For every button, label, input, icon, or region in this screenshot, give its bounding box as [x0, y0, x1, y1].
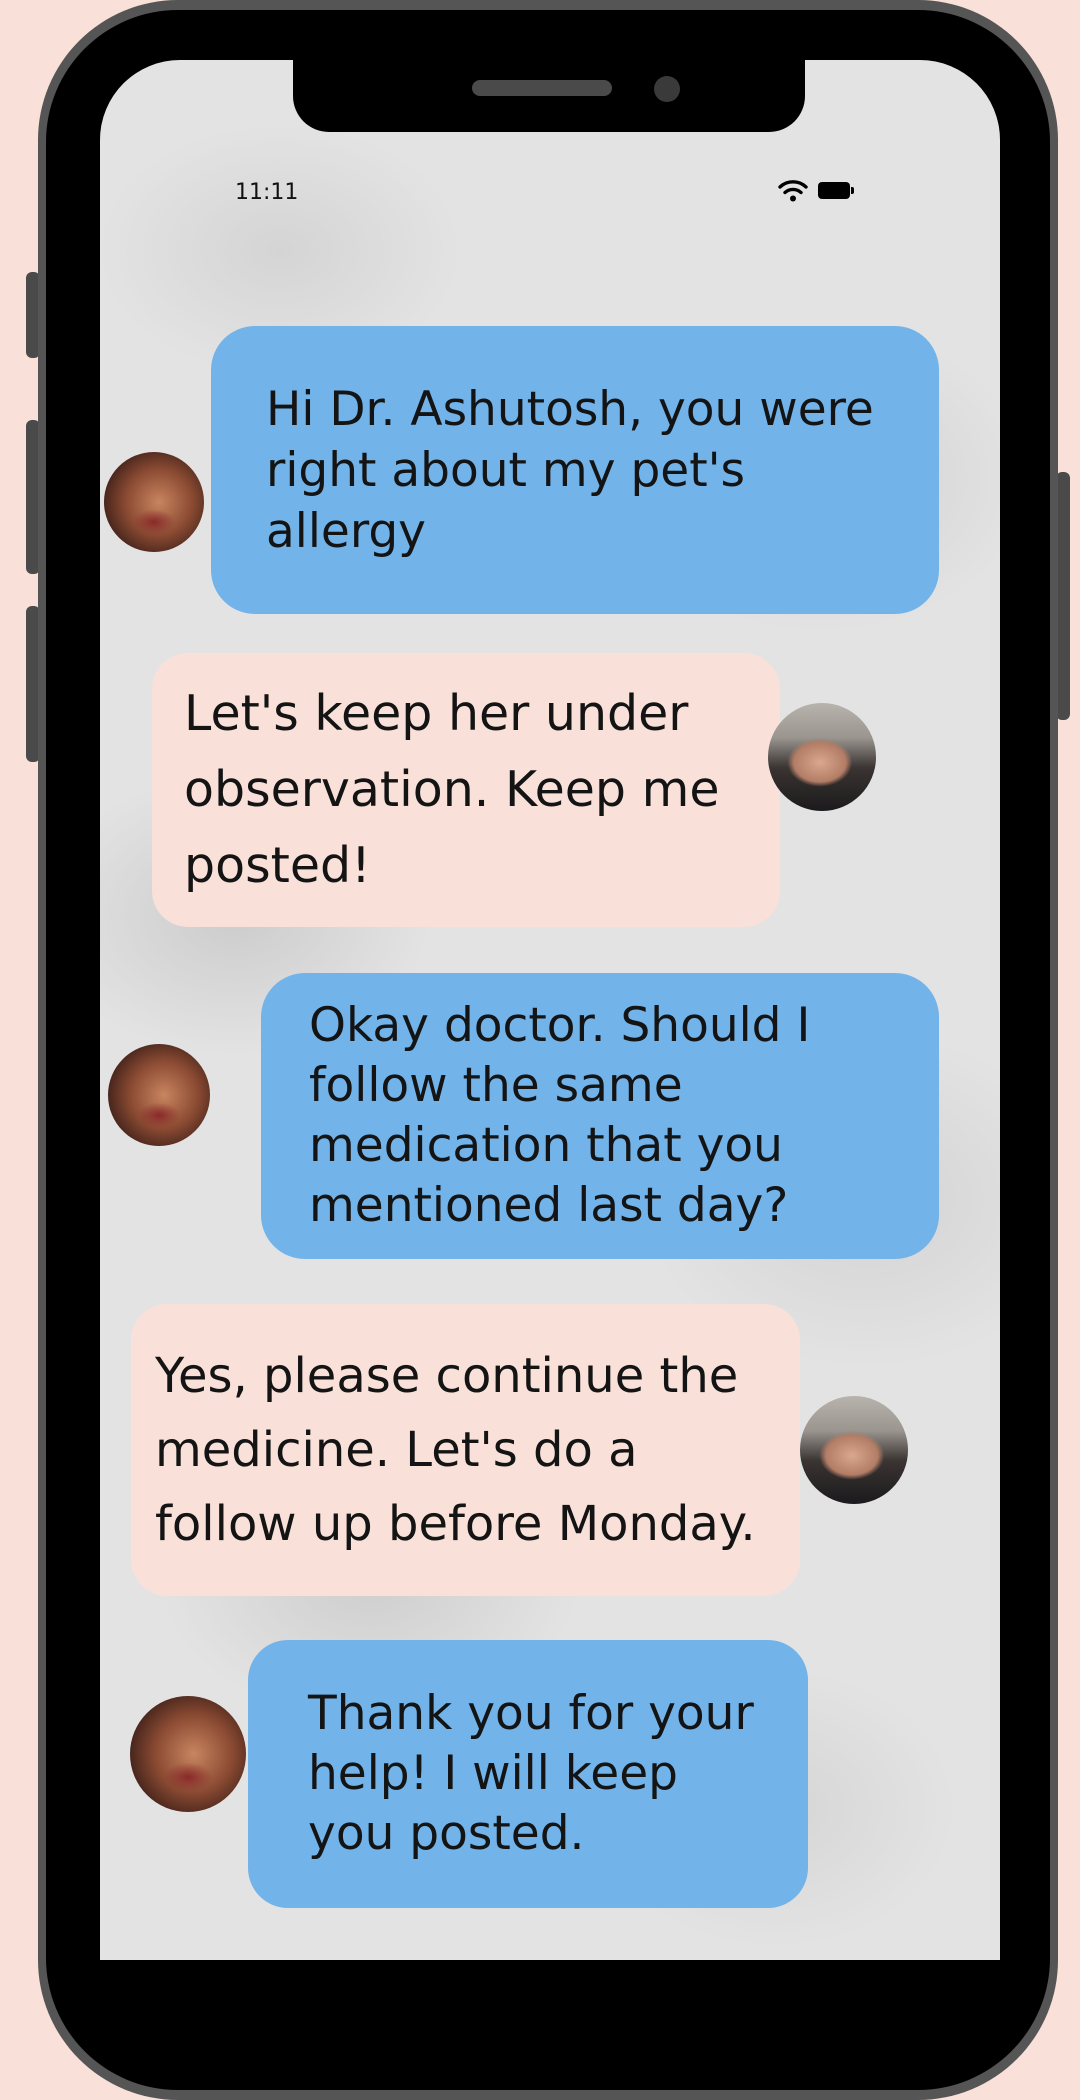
message-bubble-patient[interactable]: Thank you for your help! I will keep you…: [248, 1640, 808, 1908]
message-text: Yes, please continue the medicine. Let's…: [155, 1348, 756, 1552]
power-button[interactable]: [1056, 472, 1070, 720]
patient-avatar: [104, 452, 204, 552]
battery-icon: [818, 182, 854, 199]
message-bubble-doctor[interactable]: Yes, please continue the medicine. Let's…: [131, 1304, 800, 1596]
message-bubble-patient[interactable]: Hi Dr. Ashutosh, you were right about my…: [211, 326, 939, 614]
status-icons: [778, 178, 858, 204]
speaker-grille: [472, 80, 612, 96]
doctor-avatar: [768, 703, 876, 811]
wifi-icon: [778, 180, 808, 202]
front-camera: [654, 76, 680, 102]
patient-avatar: [108, 1044, 210, 1146]
message-text: Okay doctor. Should I follow the same me…: [309, 998, 811, 1233]
doctor-avatar: [800, 1396, 908, 1504]
patient-avatar: [130, 1696, 246, 1812]
message-bubble-doctor[interactable]: Let's keep her under observation. Keep m…: [152, 653, 780, 927]
message-text: Let's keep her under observation. Keep m…: [184, 685, 720, 894]
message-bubble-patient[interactable]: Okay doctor. Should I follow the same me…: [261, 973, 939, 1259]
message-text: Hi Dr. Ashutosh, you were right about my…: [266, 381, 874, 559]
message-text: Thank you for your help! I will keep you…: [308, 1686, 754, 1861]
notch: [293, 60, 805, 132]
status-time: 11:11: [235, 180, 299, 205]
